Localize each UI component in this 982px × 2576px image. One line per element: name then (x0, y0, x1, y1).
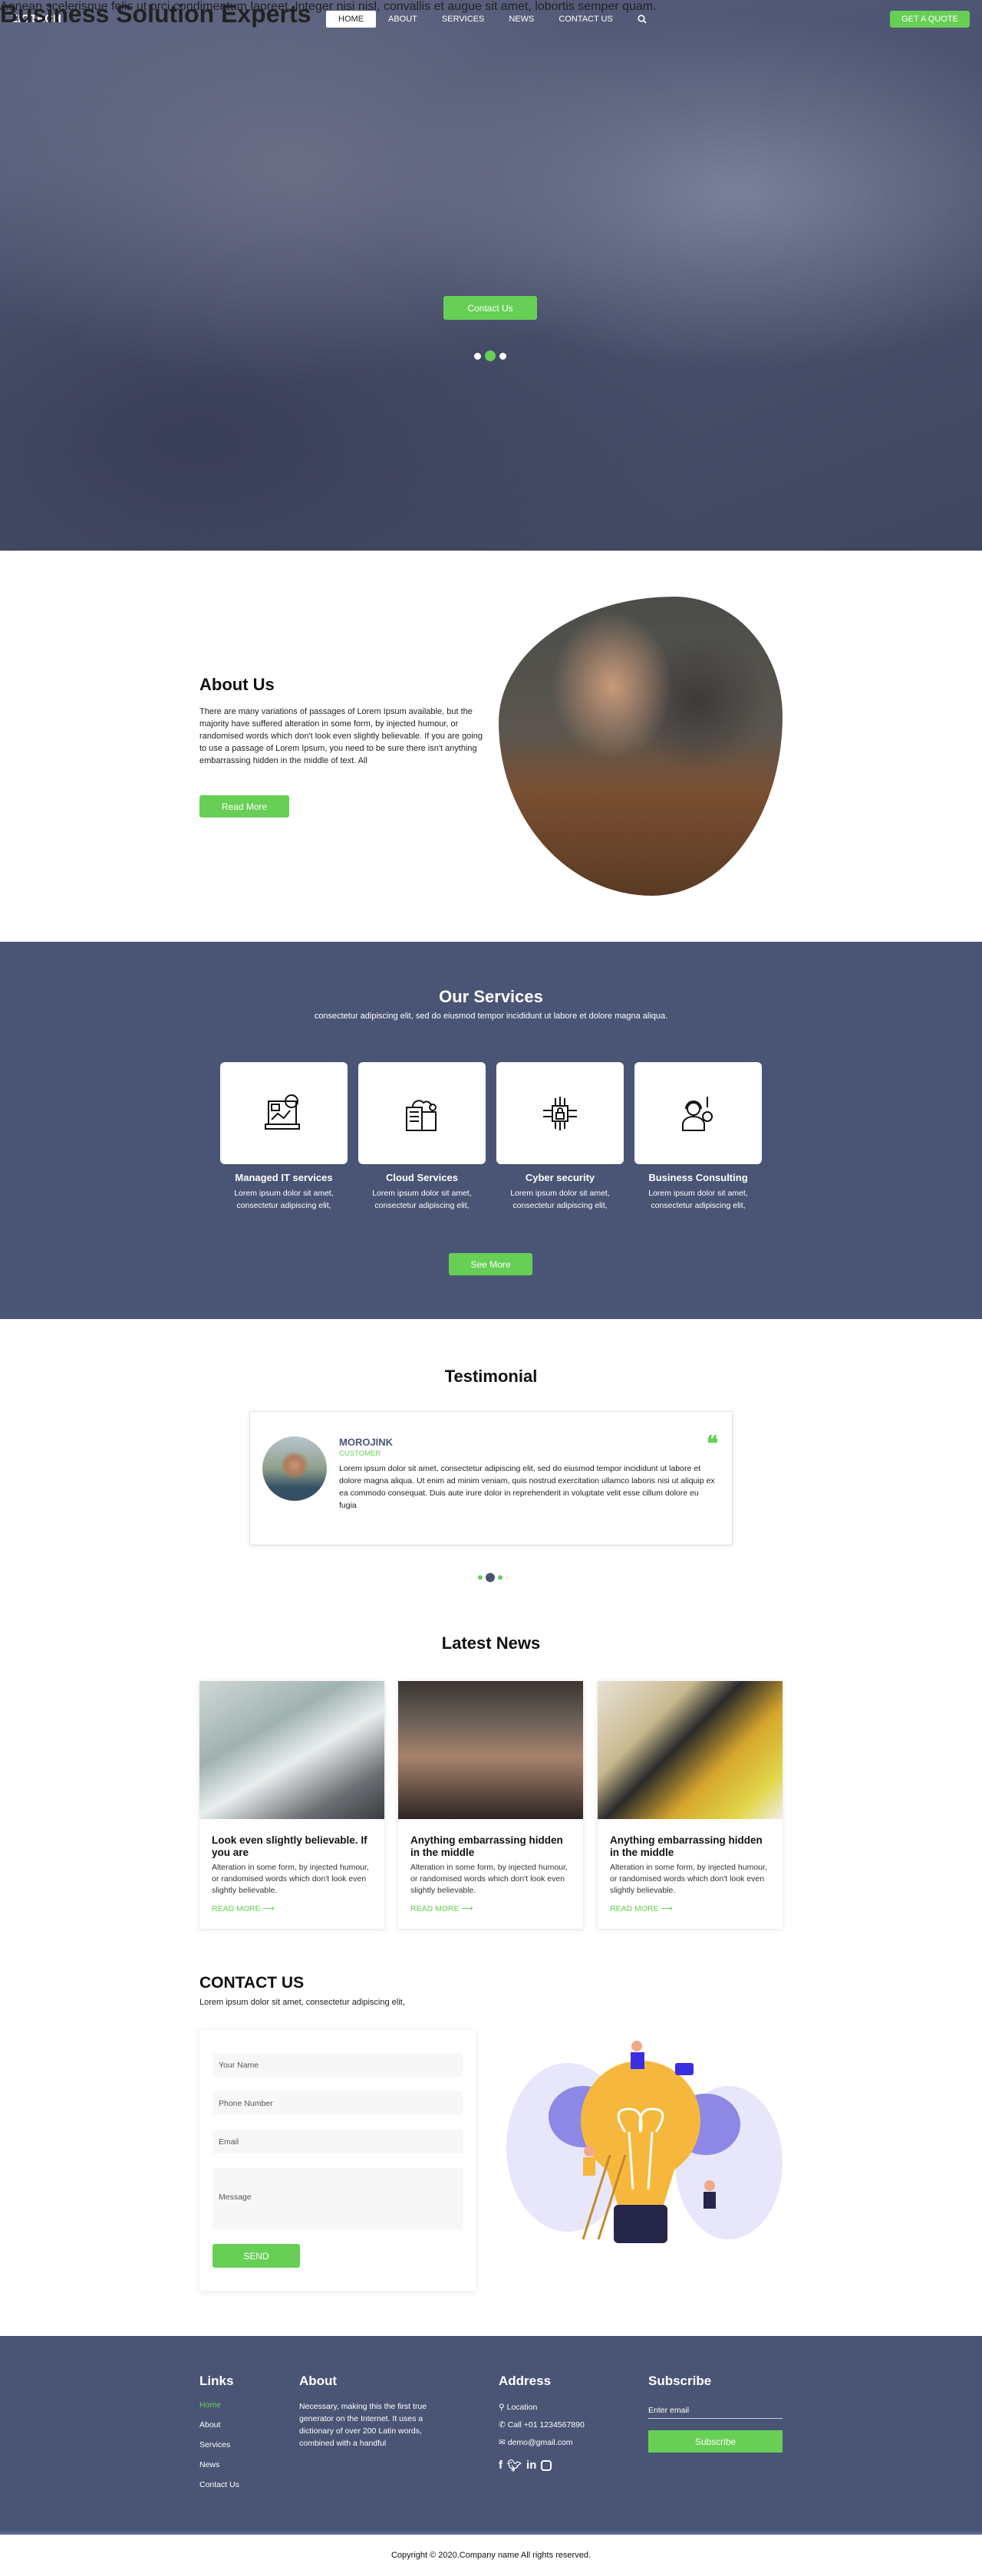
testimonial-name: MOROJINK (339, 1436, 394, 1448)
email-text: demo@gmail.com (507, 2438, 573, 2447)
message-input[interactable] (213, 2168, 463, 2229)
news-headline[interactable]: Anything embarrassing hidden in the midd… (610, 1834, 770, 1859)
service-card-managed-it[interactable] (220, 1062, 348, 1164)
phone-text: Call +01 1234567890 (507, 2420, 585, 2430)
news-image (398, 1681, 583, 1819)
slide-dot-active[interactable] (486, 1573, 495, 1582)
slide-dot-active[interactable] (485, 350, 496, 361)
footer (0, 2336, 982, 2535)
news-title: Latest News (441, 1633, 541, 1653)
read-more-link[interactable]: READ MORE ⟶ (212, 1904, 372, 1913)
testimonial-title: Testimonial (444, 1367, 538, 1386)
hero-slider-dots (474, 350, 506, 361)
service-card-cloud[interactable] (358, 1062, 486, 1164)
service-card-cyber[interactable] (496, 1062, 624, 1164)
service-desc: Lorem ipsum dolor sit amet, consectetur … (648, 1189, 748, 1210)
contact-subtitle: Lorem ipsum dolor sit amet, consectetur … (199, 1998, 405, 2007)
news-image (598, 1681, 783, 1819)
footer-links-title: Links (199, 2374, 234, 2388)
email-input[interactable] (213, 2130, 463, 2153)
about-team-image (499, 597, 783, 896)
social-icons: f 🐦︎ in (499, 2459, 552, 2472)
send-button[interactable]: SEND (213, 2244, 300, 2268)
news-headline[interactable]: Look even slightly believable. If you ar… (212, 1834, 372, 1859)
avatar (262, 1436, 327, 1501)
read-more-link[interactable]: READ MORE ⟶ (410, 1904, 571, 1913)
quote-icon: ❝ (707, 1432, 719, 1456)
contact-title: CONTACT US (199, 1974, 305, 1992)
get-quote-button[interactable]: GET A QUOTE (890, 11, 970, 28)
slide-dot[interactable] (478, 1575, 483, 1580)
footer-email: ✉ demo@gmail.com (499, 2438, 573, 2447)
envelope-icon: ✉ (499, 2438, 508, 2447)
slide-dot[interactable] (499, 352, 506, 360)
read-more-link[interactable]: READ MORE ⟶ (610, 1904, 770, 1913)
services-subtitle: consectetur adipiscing elit, sed do eius… (314, 1012, 668, 1021)
service-desc: Lorem ipsum dolor sit amet, consectetur … (510, 1189, 610, 1210)
slide-dot[interactable] (474, 352, 481, 360)
hero-subtitle: Aenean scelerisque felis ut orci condime… (0, 0, 657, 13)
location-text: Location (506, 2403, 538, 2412)
facebook-icon[interactable]: f (499, 2459, 503, 2472)
lightbulb-illustration (506, 2041, 783, 2243)
circuit-lock-icon (543, 1096, 577, 1130)
services-title: Our Services (439, 987, 543, 1006)
twitter-icon[interactable]: 🐦︎ (507, 2459, 522, 2472)
service-desc: Lorem ipsum dolor sit amet, consectetur … (234, 1189, 334, 1210)
footer-about-title: About (299, 2374, 338, 2388)
testimonial-role: CUSTOMER (339, 1449, 381, 1458)
copyright: Copyright © 2020.Company name All rights… (390, 2551, 591, 2560)
see-more-button[interactable]: See More (449, 1253, 532, 1275)
map-pin-icon: ⚲ (499, 2403, 507, 2412)
about-title: About Us (199, 675, 275, 694)
footer-address-title: Address (499, 2374, 552, 2388)
news-image (199, 1681, 384, 1819)
news-excerpt: Alteration in some form, by injected hum… (212, 1863, 369, 1895)
footer-about-text: Necessary, making this the first true ge… (299, 2402, 427, 2448)
footer-link-news[interactable]: News (199, 2460, 219, 2469)
service-desc: Lorem ipsum dolor sit amet, consectetur … (372, 1189, 472, 1210)
about-text: There are many variations of passages of… (199, 707, 483, 765)
testimonial-slider-dots (478, 1573, 503, 1582)
footer-link-about[interactable]: About (199, 2420, 220, 2430)
footer-link-home[interactable]: Home (199, 2400, 221, 2410)
news-card[interactable]: Anything embarrassing hidden in the midd… (598, 1681, 783, 1929)
support-agent-icon (682, 1096, 713, 1131)
service-title: Managed IT services (235, 1172, 333, 1183)
hero-banner (0, 0, 982, 551)
phone-input[interactable] (213, 2091, 463, 2115)
read-more-button[interactable]: Read More (199, 795, 289, 818)
footer-link-services[interactable]: Services (199, 2440, 230, 2449)
news-card[interactable]: Look even slightly believable. If you ar… (199, 1681, 384, 1929)
subscribe-email-input[interactable] (648, 2402, 783, 2419)
service-card-consulting[interactable] (634, 1062, 762, 1164)
footer-location: ⚲ Location (499, 2403, 537, 2412)
linkedin-icon[interactable]: in (526, 2459, 536, 2472)
laptop-chart-icon (265, 1094, 300, 1130)
phone-icon: ✆ (499, 2420, 508, 2430)
testimonial-text: Lorem ipsum dolor sit amet, consectetur … (339, 1464, 715, 1510)
footer-subscribe-title: Subscribe (648, 2374, 712, 2388)
footer-phone: ✆ Call +01 1234567890 (499, 2420, 585, 2430)
news-excerpt: Alteration in some form, by injected hum… (410, 1863, 568, 1895)
footer-link-contact[interactable]: Contact Us (199, 2480, 239, 2489)
service-title: Business Consulting (648, 1172, 748, 1183)
service-title: Cloud Services (386, 1172, 458, 1183)
subscribe-button[interactable]: Subscribe (648, 2430, 783, 2453)
slide-dot[interactable] (498, 1575, 503, 1580)
service-title: Cyber security (525, 1172, 595, 1183)
news-excerpt: Alteration in some form, by injected hum… (610, 1863, 767, 1895)
instagram-icon[interactable] (541, 2460, 552, 2471)
news-card[interactable]: Anything embarrassing hidden in the midd… (398, 1681, 583, 1929)
news-headline[interactable]: Anything embarrassing hidden in the midd… (410, 1834, 571, 1859)
name-input[interactable] (213, 2053, 463, 2077)
cloud-server-icon (406, 1099, 437, 1131)
contact-us-button[interactable]: Contact Us (443, 296, 537, 320)
